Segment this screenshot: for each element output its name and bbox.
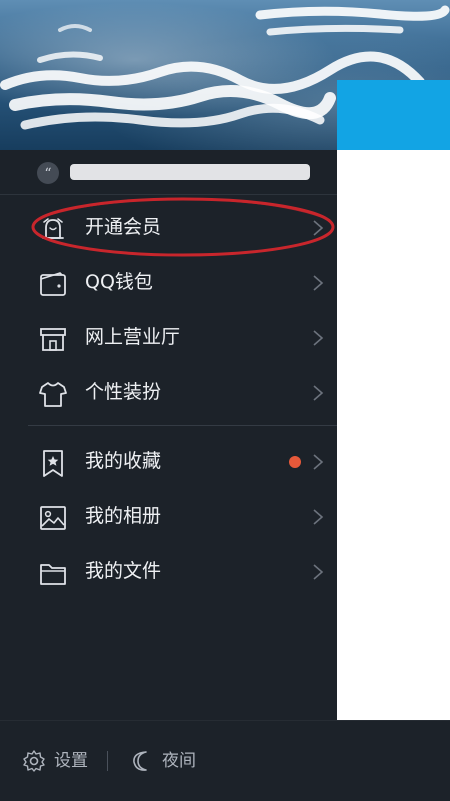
chevron-right-icon [313,385,324,401]
menu-item-label: 我的文件 [85,560,162,582]
night-mode-label: 夜间 [162,751,196,771]
chevron-right-icon [313,509,324,525]
menu-item-files[interactable]: 我的文件 [0,544,337,599]
night-mode-button[interactable]: 夜间 [130,745,210,777]
quote-icon: “ [37,162,59,184]
signature-redacted-text [70,164,310,180]
menu-item-wallet[interactable]: QQ钱包 [0,255,337,310]
red-annotation-circle [31,197,335,257]
menu-item-favorites[interactable]: 我的收藏 [0,434,337,489]
menu-item-label: 我的相册 [85,505,162,527]
menu-divider [28,425,337,426]
settings-button[interactable]: 设置 [22,745,102,777]
menu-item-label: 网上营业厅 [85,326,181,348]
image-icon [40,506,66,530]
settings-label: 设置 [54,751,88,771]
chevron-right-icon [313,564,324,580]
gear-icon [23,750,45,772]
bottom-divider [107,751,108,771]
chevron-right-icon [313,330,324,346]
menu-item-label: QQ钱包 [85,271,153,293]
moon-icon [133,751,147,771]
tshirt-icon [39,382,67,407]
menu-item-label: 个性装扮 [85,381,162,403]
folder-icon [40,564,66,585]
main-title-bar [337,80,450,150]
menu-item-label: 我的收藏 [85,450,162,472]
wallet-icon [40,272,66,296]
chevron-right-icon [313,275,324,291]
new-badge-dot [289,456,301,468]
menu-item-album[interactable]: 我的相册 [0,489,337,544]
drawer-bottom-bar: 设置 夜间 [0,720,450,801]
store-icon [40,328,66,351]
main-content-panel[interactable] [337,80,450,720]
bookmark-star-icon [43,450,63,477]
chevron-right-icon [313,454,324,470]
menu-item-online-hall[interactable]: 网上营业厅 [0,310,337,365]
signature-row[interactable]: “ [0,150,337,195]
menu-item-personalize[interactable]: 个性装扮 [0,365,337,420]
